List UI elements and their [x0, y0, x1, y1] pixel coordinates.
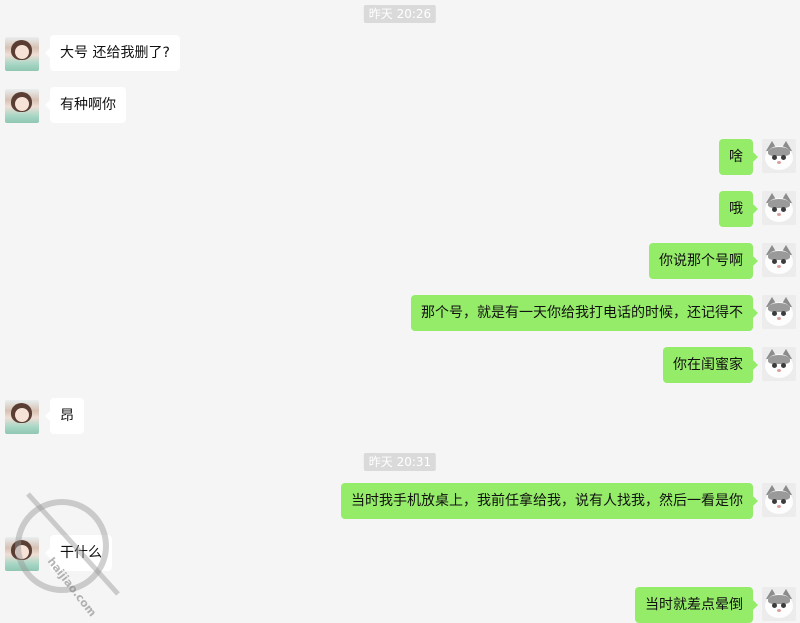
- timestamp: 昨天 20:31: [363, 453, 437, 471]
- timestamp: 昨天 20:26: [363, 5, 437, 23]
- cat-avatar[interactable]: [762, 243, 796, 277]
- girl-avatar[interactable]: [5, 400, 39, 434]
- cat-avatar[interactable]: [762, 191, 796, 225]
- message-bubble[interactable]: 干什么: [45, 535, 112, 571]
- cat-avatar[interactable]: [762, 483, 796, 517]
- girl-avatar[interactable]: [5, 37, 39, 71]
- girl-avatar[interactable]: [5, 537, 39, 571]
- message-bubble[interactable]: 有种啊你: [45, 87, 126, 123]
- message-bubble[interactable]: 大号 还给我删了?: [45, 35, 180, 71]
- message-bubble[interactable]: 啥: [719, 139, 758, 175]
- message-bubble[interactable]: 哦: [719, 191, 758, 227]
- message-bubble[interactable]: 当时就差点晕倒: [635, 587, 758, 623]
- cat-avatar[interactable]: [762, 295, 796, 329]
- message-bubble[interactable]: 那个号，就是有一天你给我打电话的时候，还记得不: [411, 295, 758, 331]
- message-bubble[interactable]: 当时我手机放桌上，我前任拿给我，说有人找我，然后一看是你: [341, 483, 758, 519]
- message-bubble[interactable]: 你说那个号啊: [649, 243, 758, 279]
- chat-view: 昨天 20:26 大号 还给我删了? 有种啊你 啥 哦 你说那个号啊 那个号，就…: [0, 0, 800, 623]
- message-bubble[interactable]: 你在闺蜜家: [663, 347, 758, 383]
- message-bubble[interactable]: 昂: [45, 398, 84, 434]
- cat-avatar[interactable]: [762, 139, 796, 173]
- cat-avatar[interactable]: [762, 347, 796, 381]
- cat-avatar[interactable]: [762, 587, 796, 621]
- girl-avatar[interactable]: [5, 89, 39, 123]
